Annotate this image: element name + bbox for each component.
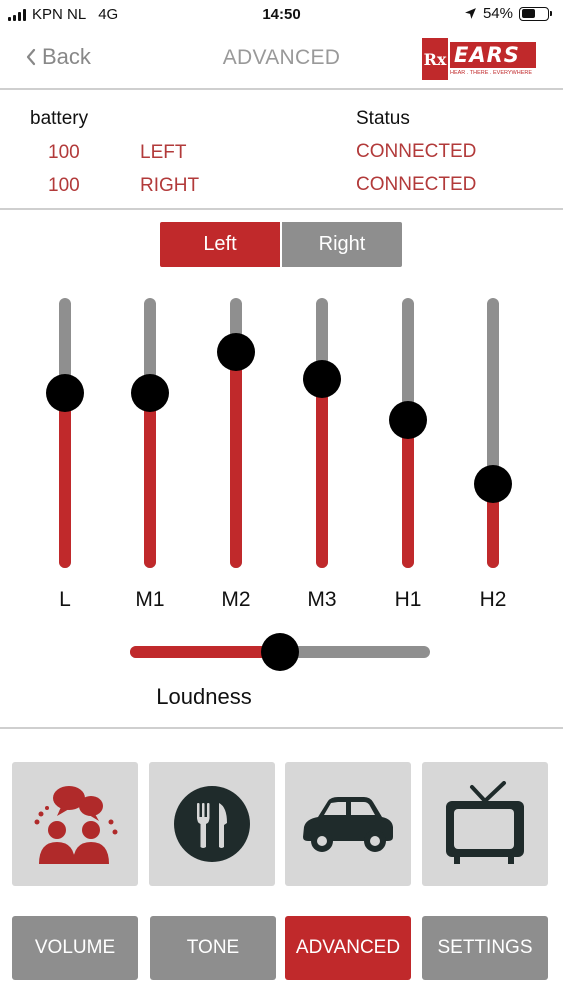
chevron-left-icon	[26, 48, 36, 66]
eq-band-label: H1	[394, 588, 422, 611]
status-value-right: CONNECTED	[356, 174, 477, 195]
navigation-bar: Back ADVANCED Rx EARS HEAR . THERE . EVE…	[0, 30, 563, 88]
rxears-logo: Rx EARS HEAR . THERE . EVERYWHERE	[422, 38, 536, 80]
status-value-left: CONNECTED	[356, 141, 477, 162]
logo-word: EARS	[450, 42, 536, 68]
back-button[interactable]: Back	[26, 44, 91, 70]
loudness-slider[interactable]	[130, 633, 430, 671]
status-header: Status	[356, 108, 410, 129]
eq-track[interactable]	[59, 298, 71, 568]
eq-slider-h2[interactable]	[463, 298, 523, 568]
eq-slider-l[interactable]	[35, 298, 95, 568]
eq-fill	[316, 379, 328, 568]
eq-track[interactable]	[144, 298, 156, 568]
program-conversation-button[interactable]	[12, 762, 138, 886]
status-bar: KPN NL 4G 14:50 54%	[0, 0, 563, 30]
device-info-panel: battery Status 100 LEFT CONNECTED 100 RI…	[0, 90, 563, 208]
battery-value-left: 100	[48, 142, 80, 163]
location-arrow-icon	[465, 8, 476, 19]
eq-slider-h1[interactable]	[378, 298, 438, 568]
eq-band-label: H2	[479, 588, 507, 611]
tab-tone[interactable]: TONE	[150, 916, 276, 980]
logo-rx-mark: Rx	[422, 38, 448, 80]
eq-fill	[144, 392, 156, 568]
tab-volume[interactable]: VOLUME	[12, 916, 138, 980]
battery-value-right: 100	[48, 175, 80, 196]
back-button-label: Back	[42, 44, 91, 69]
eq-slider-m2[interactable]	[206, 298, 266, 568]
program-car-button[interactable]	[285, 762, 411, 886]
loudness-fill	[130, 646, 280, 658]
program-restaurant-button[interactable]	[149, 762, 275, 886]
program-tv-button[interactable]	[422, 762, 548, 886]
loudness-label: Loudness	[156, 684, 252, 709]
divider	[0, 727, 563, 729]
eq-thumb[interactable]	[474, 465, 512, 504]
eq-band-label: M1	[135, 588, 165, 611]
restaurant-icon	[174, 786, 250, 862]
side-label-left: LEFT	[140, 142, 187, 163]
tv-icon	[446, 781, 524, 864]
car-icon	[303, 797, 393, 852]
logo-wordmark: EARS HEAR . THERE . EVERYWHERE	[448, 38, 536, 80]
battery-level-fill	[521, 9, 535, 18]
eq-thumb[interactable]	[303, 360, 341, 398]
eq-thumb[interactable]	[46, 373, 84, 412]
battery-percent: 54%	[482, 5, 513, 22]
tab-advanced[interactable]: ADVANCED	[285, 916, 411, 980]
eq-fill	[59, 392, 71, 568]
battery-header: battery	[30, 108, 89, 129]
divider	[0, 208, 563, 210]
eq-band-label: L	[59, 588, 71, 611]
eq-slider-m1[interactable]	[120, 298, 180, 568]
battery-icon	[519, 6, 552, 21]
eq-track[interactable]	[487, 298, 499, 568]
eq-thumb[interactable]	[131, 373, 169, 412]
loudness-thumb[interactable]	[261, 633, 299, 671]
eq-thumb[interactable]	[389, 400, 427, 439]
eq-slider-m3[interactable]	[292, 298, 352, 568]
eq-band-label: M2	[221, 588, 251, 611]
segment-left-button[interactable]: Left	[160, 222, 280, 267]
side-label-right: RIGHT	[140, 175, 200, 196]
tab-settings[interactable]: SETTINGS	[422, 916, 548, 980]
conversation-icon	[34, 786, 118, 864]
status-bar-right: 54%	[464, 5, 552, 22]
eq-fill	[230, 352, 242, 568]
segment-right-button[interactable]: Right	[282, 222, 402, 267]
eq-fill	[402, 419, 414, 568]
eq-track[interactable]	[316, 298, 328, 568]
logo-tagline: HEAR . THERE . EVERYWHERE	[450, 70, 533, 76]
eq-band-label: M3	[307, 588, 337, 611]
eq-thumb[interactable]	[217, 333, 255, 371]
